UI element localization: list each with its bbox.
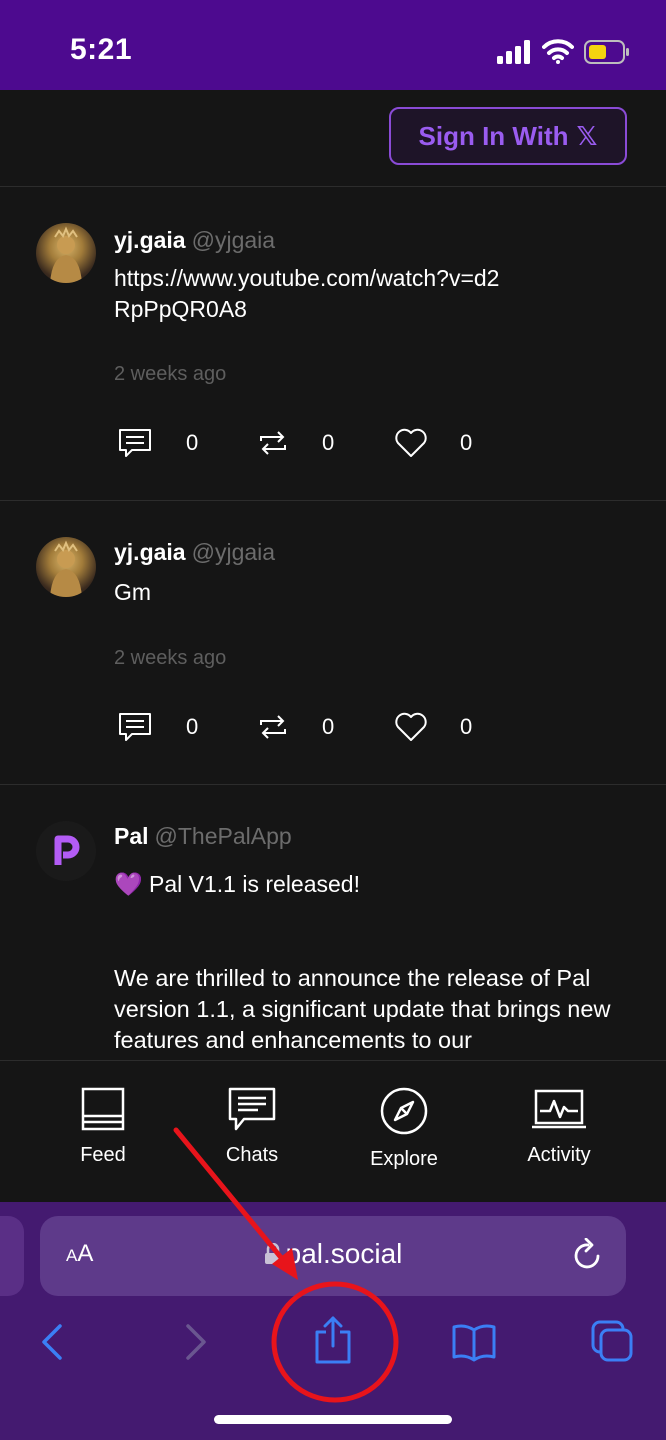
like-button[interactable]: 0 <box>394 423 472 463</box>
post-header: Pal @ThePalApp <box>114 823 292 850</box>
repost-count: 0 <box>322 430 335 455</box>
heart-icon <box>395 712 427 741</box>
browser-toolbar <box>0 1306 666 1386</box>
comment-count: 0 <box>186 714 199 739</box>
status-bar: 5:21 <box>0 0 666 90</box>
sign-in-with-x-button[interactable]: Sign In With 𝕏 <box>389 107 627 165</box>
app-header: Sign In With 𝕏 <box>0 90 666 187</box>
status-time: 5:21 <box>70 33 133 66</box>
tab-label: Feed <box>80 1144 126 1166</box>
post-body-headline[interactable]: 💜 Pal V1.1 is released! <box>114 869 634 900</box>
statue-avatar-image <box>50 226 82 283</box>
avatar[interactable] <box>36 537 96 597</box>
heart-icon <box>395 428 427 457</box>
post-headline: Pal V1.1 is released! <box>149 871 360 897</box>
like-count: 0 <box>460 430 473 455</box>
address-bar[interactable]: AA pal.social <box>40 1216 626 1296</box>
comment-count: 0 <box>186 430 199 455</box>
browser-chrome: AA pal.social <box>0 1202 666 1440</box>
repost-button[interactable]: 0 <box>258 423 334 463</box>
feed-icon <box>81 1087 125 1131</box>
post-actions: 0 0 0 <box>118 423 518 463</box>
tab-explore[interactable]: Explore <box>344 1087 464 1171</box>
bottom-tab-bar: Feed Chats Explore Activity <box>0 1060 666 1203</box>
feed-post[interactable]: Pal @ThePalApp 💜 Pal V1.1 is released! We… <box>0 785 666 1060</box>
sign-in-label: Sign In With <box>418 120 569 151</box>
author-name[interactable]: Pal <box>114 823 149 849</box>
battery-low-icon <box>584 40 629 64</box>
share-icon[interactable] <box>313 1316 353 1364</box>
bookmarks-icon[interactable] <box>451 1324 497 1362</box>
post-body[interactable]: https://www.youtube.com/watch?v=d2RpPpQR… <box>114 263 504 325</box>
forward-icon[interactable] <box>182 1322 210 1362</box>
tab-feed[interactable]: Feed <box>43 1087 163 1167</box>
tab-chats[interactable]: Chats <box>192 1087 312 1167</box>
comment-icon <box>119 713 151 741</box>
author-name[interactable]: yj.gaia <box>114 227 186 253</box>
feed-post[interactable]: yj.gaia @yjgaia Gm 2 weeks ago 0 0 0 <box>0 501 666 785</box>
previous-tab-preview[interactable] <box>0 1216 24 1296</box>
back-icon[interactable] <box>38 1322 66 1362</box>
author-handle[interactable]: @ThePalApp <box>155 823 292 849</box>
lock-icon <box>264 1243 281 1264</box>
cellular-signal-icon <box>497 40 530 64</box>
x-logo-icon: 𝕏 <box>576 120 598 151</box>
post-actions: 0 0 0 <box>118 707 518 747</box>
purple-heart-emoji: 💜 <box>114 871 143 897</box>
repost-count: 0 <box>322 714 335 739</box>
pal-logo-icon <box>36 821 96 881</box>
tabs-icon[interactable] <box>591 1320 635 1364</box>
tab-label: Activity <box>527 1144 591 1166</box>
tab-activity[interactable]: Activity <box>499 1087 619 1167</box>
avatar[interactable] <box>36 223 96 283</box>
comment-button[interactable]: 0 <box>118 707 198 747</box>
author-handle[interactable]: @yjgaia <box>192 539 275 565</box>
compass-icon <box>380 1087 428 1135</box>
reload-icon[interactable] <box>572 1238 604 1272</box>
tab-label: Chats <box>225 1144 279 1166</box>
chat-icon <box>228 1087 276 1131</box>
like-button[interactable]: 0 <box>394 707 472 747</box>
url-text: pal.social <box>285 1238 403 1269</box>
post-timestamp: 2 weeks ago <box>114 363 227 385</box>
post-header: yj.gaia @yjgaia <box>114 227 275 254</box>
post-timestamp: 2 weeks ago <box>114 647 227 669</box>
author-name[interactable]: yj.gaia <box>114 539 186 565</box>
repost-button[interactable]: 0 <box>258 707 334 747</box>
post-body[interactable]: Gm <box>114 577 634 608</box>
statue-avatar-image <box>50 540 82 597</box>
feed-post[interactable]: yj.gaia @yjgaia https://www.youtube.com/w… <box>0 187 666 501</box>
avatar[interactable] <box>36 821 96 881</box>
post-header: yj.gaia @yjgaia <box>114 539 275 566</box>
wifi-icon <box>542 39 574 64</box>
author-handle[interactable]: @yjgaia <box>192 227 275 253</box>
tab-label: Explore <box>370 1148 438 1170</box>
comment-icon <box>119 429 151 457</box>
repost-icon <box>260 715 286 739</box>
url-display[interactable]: pal.social <box>40 1238 626 1270</box>
comment-button[interactable]: 0 <box>118 423 198 463</box>
like-count: 0 <box>460 714 473 739</box>
activity-icon <box>532 1089 586 1129</box>
repost-icon <box>260 431 286 455</box>
home-indicator <box>214 1415 452 1424</box>
post-body-paragraph[interactable]: We are thrilled to announce the release … <box>114 963 634 1056</box>
